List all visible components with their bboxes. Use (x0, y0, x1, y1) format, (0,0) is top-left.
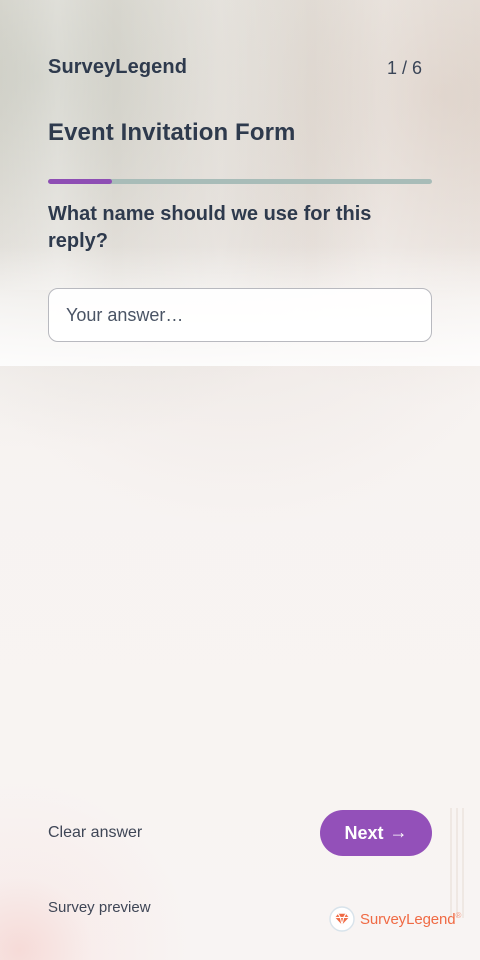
brand-name: SurveyLegend (48, 56, 188, 78)
step-counter: 1 / 6 (386, 58, 422, 78)
arrow-right-icon: → (389, 821, 408, 842)
surveylegend-logo-link[interactable]: SurveyLegend® (329, 906, 461, 932)
form-title: Event Invitation Form (48, 119, 296, 146)
next-button[interactable]: Next → (320, 810, 432, 856)
surveylegend-logo-icon (329, 906, 355, 932)
background-fork-shadow (442, 808, 480, 918)
clear-answer-button[interactable]: Clear answer (48, 824, 142, 842)
progress-bar (48, 179, 432, 184)
progress-fill (48, 179, 112, 184)
question-text: What name should we use for this reply? (48, 203, 372, 252)
answer-input[interactable] (48, 288, 432, 342)
next-button-label: Next (344, 822, 384, 843)
surveylegend-logo-text: SurveyLegend® (360, 910, 462, 928)
survey-preview-label: Survey preview (48, 899, 151, 916)
